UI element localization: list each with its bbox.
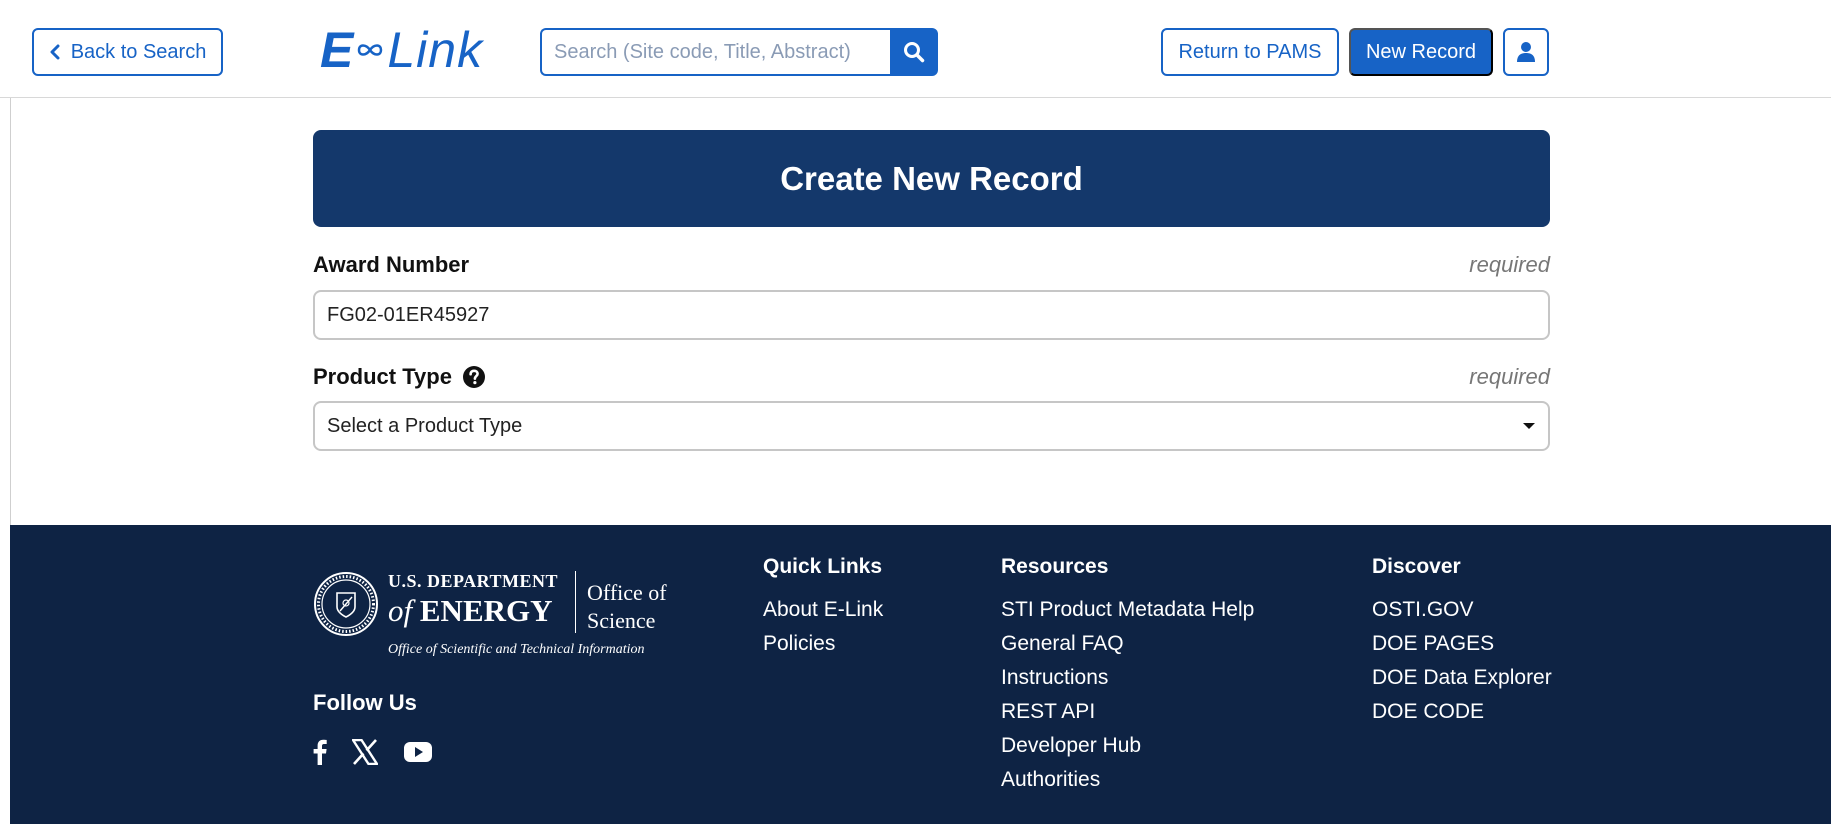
footer-link-osti-gov[interactable]: OSTI.GOV — [1372, 593, 1552, 627]
caret-down-icon — [1523, 423, 1535, 429]
award-number-label: Award Number — [313, 252, 469, 278]
award-required-note: required — [1469, 252, 1550, 277]
search-input[interactable] — [540, 28, 890, 76]
facebook-icon — [313, 739, 327, 765]
footer-link-instructions[interactable]: Instructions — [1001, 661, 1254, 695]
top-header: Back to Search E Link Return to PAMS New… — [0, 0, 1831, 98]
user-icon — [1517, 42, 1535, 62]
doe-dept-text: U.S. DEPARTMENT — [388, 571, 559, 591]
doe-energy-text: of ENERGY — [388, 593, 553, 629]
x-twitter-link[interactable] — [352, 738, 378, 766]
product-type-label-text: Product Type — [313, 364, 452, 389]
award-number-label-text: Award Number — [313, 252, 470, 277]
resources-column: Resources STI Product Metadata Help Gene… — [1001, 555, 1254, 797]
office-line-1: Office of — [587, 580, 667, 605]
quick-links-column: Quick Links About E-Link Policies — [763, 555, 883, 661]
discover-column: Discover OSTI.GOV DOE PAGES DOE Data Exp… — [1372, 555, 1552, 729]
page-title: Create New Record — [780, 159, 1083, 197]
search-icon — [904, 42, 925, 63]
office-line-2: Science — [587, 608, 656, 633]
product-required-note: required — [1469, 364, 1550, 389]
footer-link-about-elink[interactable]: About E-Link — [763, 593, 883, 627]
facebook-link[interactable] — [313, 738, 327, 766]
footer-link-authorities[interactable]: Authorities — [1001, 763, 1254, 797]
question-circle-icon[interactable] — [462, 365, 486, 389]
back-to-search-label: Back to Search — [70, 40, 207, 63]
chevron-left-icon — [50, 44, 60, 60]
user-account-button[interactable] — [1503, 28, 1549, 76]
footer-link-doe-code[interactable]: DOE CODE — [1372, 695, 1552, 729]
footer-link-doe-data-explorer[interactable]: DOE Data Explorer — [1372, 661, 1552, 695]
office-of-science-text: Office of Science — [587, 579, 667, 635]
footer-link-doe-pages[interactable]: DOE PAGES — [1372, 627, 1552, 661]
doe-seal-icon — [314, 572, 378, 636]
footer-link-policies[interactable]: Policies — [763, 627, 883, 661]
product-type-select[interactable]: Select a Product Type — [313, 401, 1550, 451]
x-icon — [352, 739, 378, 765]
footer-link-general-faq[interactable]: General FAQ — [1001, 627, 1254, 661]
logo-e: E — [320, 22, 354, 78]
product-type-selected-value: Select a Product Type — [327, 414, 523, 437]
return-to-pams-label: Return to PAMS — [1178, 40, 1322, 63]
award-number-field[interactable] — [313, 290, 1550, 340]
doe-energy-word: ENERGY — [419, 593, 553, 628]
logo-divider — [575, 571, 576, 633]
infinity-icon — [358, 44, 383, 56]
site-footer: U.S. DEPARTMENT of ENERGY Office of Scie… — [10, 525, 1831, 824]
search-bar — [540, 28, 938, 76]
doe-office-of-science-logo[interactable]: U.S. DEPARTMENT of ENERGY Office of Scie… — [313, 565, 693, 660]
product-type-label: Product Type — [313, 364, 486, 390]
youtube-icon — [404, 742, 432, 762]
footer-link-rest-api[interactable]: REST API — [1001, 695, 1254, 729]
quick-links-heading: Quick Links — [763, 555, 883, 578]
footer-link-sti-help[interactable]: STI Product Metadata Help — [1001, 593, 1254, 627]
osti-subtitle: Office of Scientific and Technical Infor… — [388, 642, 645, 657]
logo-link: Link — [387, 22, 484, 78]
back-to-search-button[interactable]: Back to Search — [32, 28, 223, 76]
youtube-link[interactable] — [404, 738, 432, 766]
page-banner: Create New Record — [313, 130, 1550, 227]
new-record-button[interactable]: New Record — [1349, 28, 1493, 76]
footer-link-developer-hub[interactable]: Developer Hub — [1001, 729, 1254, 763]
resources-heading: Resources — [1001, 555, 1109, 578]
new-record-label: New Record — [1365, 40, 1477, 63]
follow-us-heading: Follow Us — [313, 690, 417, 715]
discover-heading: Discover — [1372, 555, 1461, 578]
search-button[interactable] — [890, 28, 938, 76]
elink-logo[interactable]: E Link — [320, 20, 483, 80]
doe-of-text: of — [388, 593, 413, 628]
return-to-pams-button[interactable]: Return to PAMS — [1161, 28, 1339, 76]
